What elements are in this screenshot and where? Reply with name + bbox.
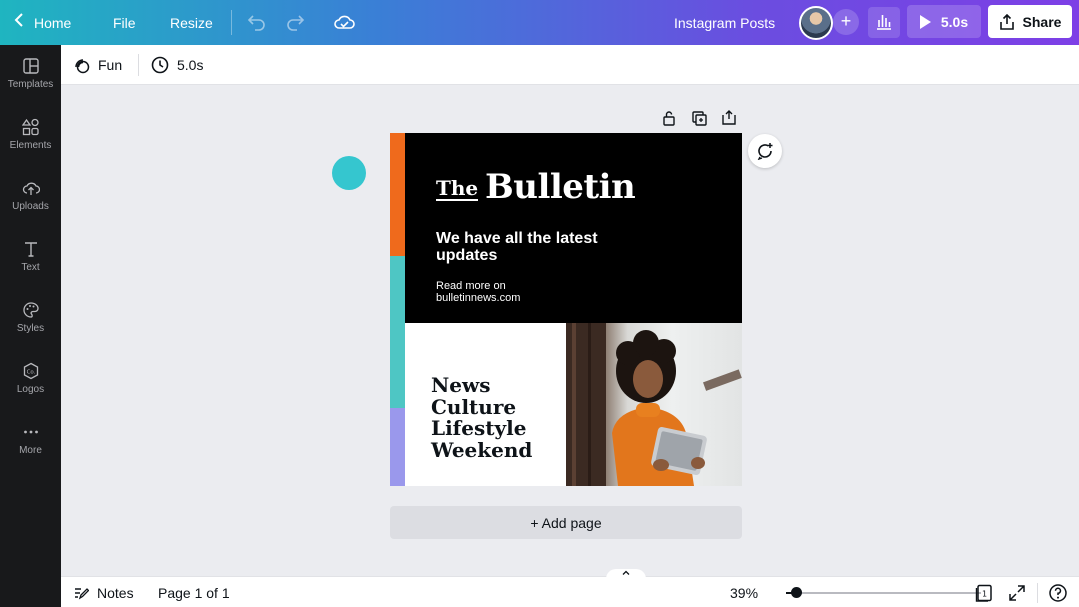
svg-text:Co.: Co. bbox=[26, 369, 35, 375]
notes-label: Notes bbox=[97, 584, 134, 601]
help-icon[interactable] bbox=[1048, 583, 1068, 603]
read-more-text[interactable]: Read more on bulletinnews.com bbox=[436, 280, 636, 304]
share-label: Share bbox=[1022, 13, 1062, 30]
sidebar-item-label: Elements bbox=[9, 139, 52, 151]
collapse-handle[interactable] bbox=[606, 569, 646, 579]
divider bbox=[138, 54, 139, 76]
document-title[interactable]: Instagram Posts bbox=[674, 0, 775, 45]
upload-cloud-icon bbox=[22, 182, 40, 195]
refresh-button[interactable] bbox=[748, 134, 782, 168]
animation-icon bbox=[75, 58, 90, 73]
bar-chart-icon[interactable] bbox=[868, 7, 900, 38]
add-page-button[interactable]: + Add page bbox=[390, 506, 742, 539]
templates-icon bbox=[22, 57, 39, 74]
topics-text[interactable]: News Culture Lifestyle Weekend bbox=[431, 373, 533, 462]
redo-icon[interactable] bbox=[285, 12, 305, 32]
notes-icon bbox=[75, 587, 89, 599]
divider bbox=[231, 10, 232, 35]
animation-button[interactable]: Fun bbox=[73, 45, 122, 85]
home-button[interactable]: Home bbox=[14, 0, 71, 45]
sidebar-item-label: More bbox=[19, 444, 42, 456]
divider bbox=[1037, 583, 1038, 603]
file-menu[interactable]: File bbox=[113, 0, 136, 45]
share-icon bbox=[999, 13, 1014, 30]
play-button[interactable]: 5.0s bbox=[907, 5, 981, 38]
animation-label: Fun bbox=[98, 57, 123, 73]
duplicate-page-icon[interactable] bbox=[690, 109, 708, 127]
fullscreen-icon[interactable] bbox=[1007, 583, 1027, 603]
logo-icon: Co. bbox=[23, 362, 38, 379]
avatar[interactable] bbox=[799, 6, 833, 40]
svg-text:1: 1 bbox=[982, 590, 987, 599]
cursor-indicator bbox=[332, 156, 366, 190]
topic-item: Weekend bbox=[431, 437, 533, 462]
home-label: Home bbox=[34, 14, 72, 31]
chevron-left-icon bbox=[14, 13, 24, 32]
context-toolbar: Fun 5.0s bbox=[61, 45, 1079, 85]
sidebar-item-label: Logos bbox=[16, 383, 45, 395]
text-icon bbox=[24, 241, 37, 257]
teal-stripe bbox=[390, 256, 405, 408]
duration-button[interactable]: 5.0s bbox=[151, 45, 203, 85]
page-view-icon[interactable]: 1 bbox=[974, 583, 994, 603]
read-more-line: Read more on bbox=[436, 280, 506, 292]
topic-item: Culture bbox=[431, 394, 517, 419]
topic-item: News bbox=[431, 373, 491, 397]
orange-stripe bbox=[390, 133, 405, 256]
headline-line: We have all the latest bbox=[436, 230, 598, 247]
zoom-slider-handle[interactable] bbox=[791, 587, 802, 598]
play-icon bbox=[919, 14, 931, 29]
page-indicator[interactable]: Page 1 of 1 bbox=[158, 577, 230, 607]
sidebar-item-templates[interactable]: Templates bbox=[0, 45, 61, 101]
sidebar-item-styles[interactable]: Styles bbox=[0, 289, 61, 345]
play-duration: 5.0s bbox=[940, 13, 969, 30]
sidebar-item-text[interactable]: Text bbox=[0, 228, 61, 284]
sidebar-item-label: Templates bbox=[7, 78, 54, 90]
design-page[interactable]: The Bulletin We have all the latest upda… bbox=[390, 133, 742, 486]
duration-label: 5.0s bbox=[177, 57, 204, 73]
sidebar-item-label: Styles bbox=[16, 322, 45, 334]
topic-item: Lifestyle bbox=[431, 416, 527, 440]
zoom-percentage[interactable]: 39% bbox=[730, 577, 758, 607]
add-page-icon[interactable] bbox=[720, 109, 738, 127]
sidebar-item-uploads[interactable]: Uploads bbox=[0, 167, 61, 223]
bottom-bar: Notes Page 1 of 1 39% 1 bbox=[61, 569, 1079, 607]
sidebar-item-elements[interactable]: Elements bbox=[0, 106, 61, 162]
resize-button[interactable]: Resize bbox=[170, 0, 213, 45]
plus-icon[interactable]: + bbox=[833, 9, 859, 35]
elements-icon bbox=[21, 118, 39, 135]
headline-text[interactable]: We have all the latest updates bbox=[436, 230, 666, 264]
sidebar-item-label: Text bbox=[21, 261, 40, 273]
sidebar-item-label: Uploads bbox=[12, 200, 49, 212]
comment-add-icon bbox=[757, 143, 773, 160]
read-more-url: bulletinnews.com bbox=[436, 292, 521, 304]
woman-with-tablet-photo[interactable] bbox=[566, 323, 742, 486]
lavender-stripe bbox=[390, 408, 405, 486]
clock-icon bbox=[151, 56, 169, 74]
unlock-icon[interactable] bbox=[660, 109, 678, 127]
sidebar-item-more[interactable]: More bbox=[0, 411, 61, 467]
brand-the-text[interactable]: The bbox=[436, 177, 479, 201]
cloud-check-icon[interactable] bbox=[333, 11, 355, 33]
notes-button[interactable]: Notes bbox=[73, 577, 134, 607]
brand-title-text[interactable]: Bulletin bbox=[485, 167, 636, 207]
sidebar-item-logos[interactable]: Co. Logos bbox=[0, 350, 61, 406]
headline-line: updates bbox=[436, 247, 498, 264]
zoom-slider[interactable] bbox=[786, 587, 981, 598]
palette-icon bbox=[22, 301, 39, 318]
chevron-up-icon bbox=[622, 570, 630, 575]
share-button[interactable]: Share bbox=[988, 5, 1072, 38]
top-bar: Home File Resize Instagram Posts + 5.0s … bbox=[0, 0, 1079, 45]
side-panel: Templates Elements Uploads Text Styles C… bbox=[0, 45, 61, 607]
undo-icon[interactable] bbox=[247, 12, 267, 32]
more-icon bbox=[23, 430, 38, 433]
